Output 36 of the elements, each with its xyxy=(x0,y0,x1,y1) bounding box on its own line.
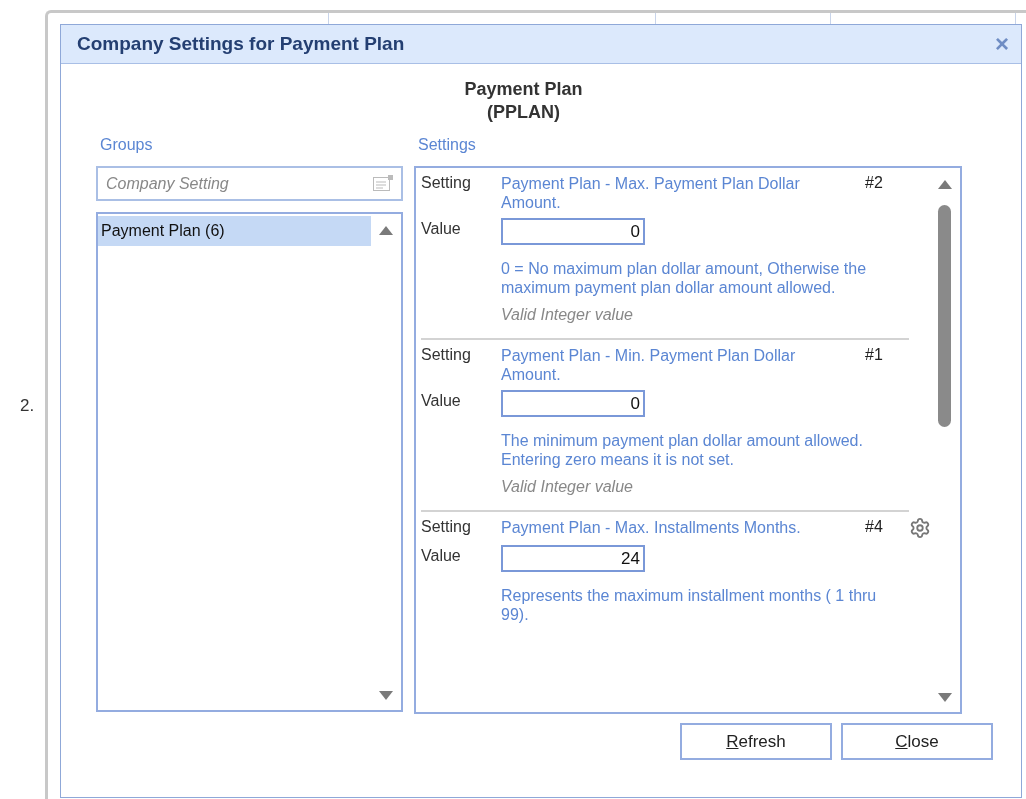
setting-label: Setting xyxy=(421,518,472,537)
dialog-title: Company Settings for Payment Plan xyxy=(77,33,405,55)
setting-number: #1 xyxy=(865,346,884,364)
validation-hint: Valid Integer value xyxy=(501,306,634,324)
close-dialog-button[interactable]: Close xyxy=(841,723,993,760)
scroll-thumb[interactable] xyxy=(938,205,951,427)
value-field[interactable]: 0 xyxy=(501,218,645,245)
setting-number: #2 xyxy=(865,174,884,192)
setting-description: The minimum payment plan dollar amount allowed. Entering zero means it is not set. xyxy=(501,431,864,469)
setting-label: Setting xyxy=(421,346,472,365)
setting-name: Payment Plan - Min. Payment Plan Dollar Amount. xyxy=(501,346,797,384)
refresh-button[interactable]: Refresh xyxy=(680,723,832,760)
value-label: Value xyxy=(421,392,462,411)
heading-code: (PPLAN) xyxy=(487,101,560,124)
validation-hint: Valid Integer value xyxy=(501,478,634,496)
setting-description: Represents the maximum installment months ( 1 thru 99). xyxy=(501,586,878,624)
scroll-down-icon[interactable] xyxy=(379,691,393,700)
setting-name: Payment Plan - Max. Installments Months. xyxy=(501,518,802,537)
setting-description: 0 = No maximum plan dollar amount, Otherwise the maximum payment plan dollar amount allowed. xyxy=(501,259,868,297)
value-field[interactable]: 0 xyxy=(501,390,645,417)
setting-label: Setting xyxy=(421,174,472,193)
gear-icon[interactable] xyxy=(909,517,930,539)
search-field[interactable]: Company Setting xyxy=(96,166,403,201)
value-field[interactable]: 24 xyxy=(501,545,645,572)
group-item[interactable]: Payment Plan (6) xyxy=(98,216,371,246)
groups-label: Groups xyxy=(100,136,154,154)
scroll-up-icon[interactable] xyxy=(938,180,952,189)
setting-number: #4 xyxy=(865,518,884,536)
list-number: 2. xyxy=(19,395,36,417)
heading-title: Payment Plan xyxy=(464,78,583,101)
scroll-up-icon[interactable] xyxy=(379,226,393,235)
value-label: Value xyxy=(421,547,462,566)
settings-label: Settings xyxy=(418,136,477,154)
setting-name: Payment Plan - Max. Payment Plan Dollar Amount. xyxy=(501,174,801,212)
scroll-down-icon[interactable] xyxy=(938,693,952,702)
value-label: Value xyxy=(421,220,462,239)
